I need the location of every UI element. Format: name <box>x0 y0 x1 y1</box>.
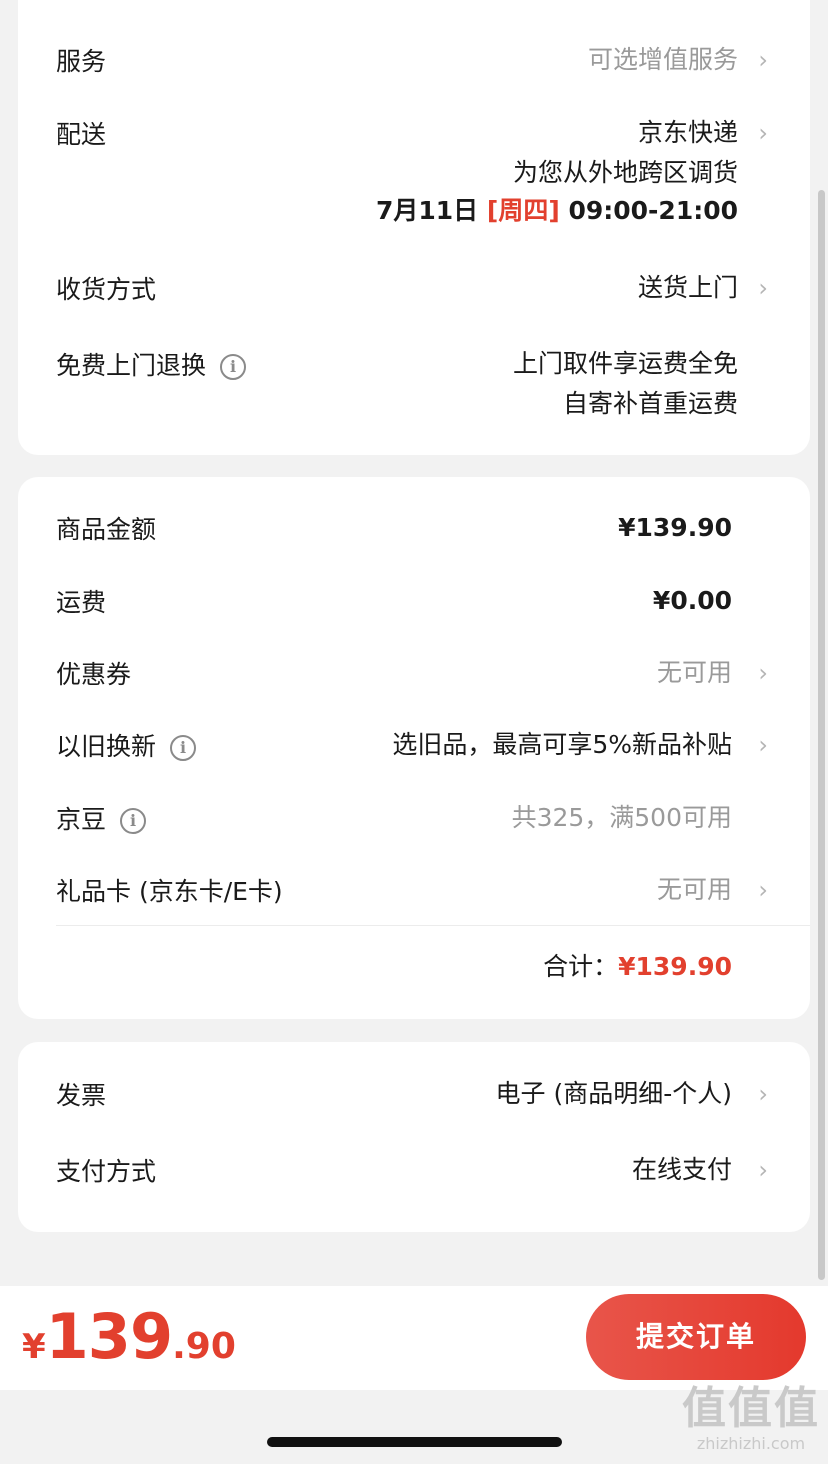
payment-value: 在线支付 <box>631 1155 732 1184</box>
order-confirm-page: 服务 可选增值服务 › 配送 京东快递 › 为您从外地跨区调货 7月11日 [周… <box>0 0 828 1464</box>
free-return-label: 免费上门退换 <box>56 351 207 380</box>
tradein-row[interactable]: 以旧换新 i 选旧品，最高可享5%新品补贴 › <box>56 725 810 769</box>
receive-label: 收货方式 <box>56 275 157 304</box>
shipping-note: 为您从外地跨区调货 <box>512 158 738 187</box>
service-value: 可选增值服务 <box>587 45 738 74</box>
amount-card: 商品金额 ¥139.90 运费 ¥0.00 优惠券 无可用 › 以旧换新 i 选旧… <box>18 477 810 1019</box>
giftcard-label: 礼品卡 (京东卡/E卡) <box>56 877 283 906</box>
giftcard-row[interactable]: 礼品卡 (京东卡/E卡) 无可用 › <box>56 870 810 914</box>
watermark: 值值值 zhizhizhi.com <box>682 1384 820 1454</box>
scrollbar[interactable] <box>818 190 825 1280</box>
price-decimal: .90 <box>172 1326 236 1367</box>
coupon-row[interactable]: 优惠券 无可用 › <box>56 653 810 697</box>
payment-label: 支付方式 <box>56 1157 157 1186</box>
tradein-label: 以旧换新 <box>56 732 157 761</box>
goods-amount-row: 商品金额 ¥139.90 <box>56 508 810 552</box>
total-wrap: 合计：¥139.90 <box>543 947 732 987</box>
coupon-value: 无可用 <box>656 658 732 687</box>
tradein-label-wrap: 以旧换新 i <box>56 727 197 763</box>
watermark-url: zhizhizhi.com <box>696 1434 806 1453</box>
shipping-schedule: 7月11日 [周四] 09:00-21:00 <box>376 191 738 231</box>
chevron-right-icon: › <box>758 731 768 759</box>
free-return-row: 免费上门退换 i 上门取件享运费全免 自寄补首重运费 <box>56 344 810 428</box>
invoice-label: 发票 <box>56 1081 107 1110</box>
chevron-right-icon: › <box>758 876 768 904</box>
payment-card: 发票 电子 (商品明细-个人) › 支付方式 在线支付 › <box>18 1042 810 1232</box>
giftcard-value: 无可用 <box>656 875 732 904</box>
shipping-label: 配送 <box>56 120 107 149</box>
chevron-right-icon: › <box>758 1156 768 1184</box>
currency-symbol: ¥ <box>22 1327 46 1367</box>
free-return-label-wrap: 免费上门退换 i <box>56 346 247 382</box>
receive-row[interactable]: 收货方式 送货上门 › <box>56 268 810 312</box>
goods-amount-label: 商品金额 <box>56 515 157 544</box>
freight-value: ¥0.00 <box>652 586 732 615</box>
invoice-value: 电子 (商品明细-个人) <box>495 1079 732 1108</box>
chevron-right-icon: › <box>758 119 768 147</box>
freight-label: 运费 <box>56 588 107 617</box>
bottom-bar: ¥139.90 提交订单 <box>0 1286 828 1390</box>
free-return-line1: 上门取件享运费全免 <box>512 349 738 378</box>
info-icon[interactable]: i <box>220 354 247 380</box>
jingdou-label-wrap: 京豆 i <box>56 800 147 836</box>
chevron-right-icon: › <box>758 659 768 687</box>
total-label: 合计： <box>543 952 619 981</box>
shipping-time: 09:00-21:00 <box>568 196 738 225</box>
tradein-value: 选旧品，最高可享5%新品补贴 <box>392 730 732 759</box>
shipping-row[interactable]: 配送 京东快递 › 为您从外地跨区调货 7月11日 [周四] 09:00-21:… <box>56 113 810 233</box>
watermark-logo: 值值值 <box>682 1383 820 1434</box>
chevron-right-icon: › <box>758 46 768 74</box>
shipping-weekday: [周四] <box>486 196 560 225</box>
free-return-line2: 自寄补首重运费 <box>562 389 738 418</box>
receive-value: 送货上门 <box>637 273 738 302</box>
chevron-right-icon: › <box>758 1080 768 1108</box>
submit-order-button[interactable]: 提交订单 <box>586 1294 806 1380</box>
total-row: 合计：¥139.90 <box>56 947 810 991</box>
goods-amount-value: ¥139.90 <box>618 513 732 542</box>
total-value: ¥139.90 <box>618 952 732 981</box>
shipping-carrier: 京东快递 <box>637 118 738 147</box>
delivery-card: 服务 可选增值服务 › 配送 京东快递 › 为您从外地跨区调货 7月11日 [周… <box>18 0 810 455</box>
service-row[interactable]: 服务 可选增值服务 › <box>56 40 810 84</box>
chevron-right-icon: › <box>758 274 768 302</box>
jingdou-value: 共325，满500可用 <box>511 803 732 832</box>
price-integer: 139 <box>45 1300 173 1373</box>
coupon-label: 优惠券 <box>56 660 132 689</box>
service-label: 服务 <box>56 47 107 76</box>
jingdou-label: 京豆 <box>56 805 107 834</box>
total-price: ¥139.90 <box>22 1300 236 1373</box>
jingdou-row: 京豆 i 共325，满500可用 <box>56 798 810 842</box>
invoice-row[interactable]: 发票 电子 (商品明细-个人) › <box>56 1074 810 1118</box>
info-icon[interactable]: i <box>120 808 147 834</box>
shipping-date: 7月11日 <box>375 196 479 225</box>
divider <box>56 925 810 926</box>
payment-row[interactable]: 支付方式 在线支付 › <box>56 1150 810 1194</box>
freight-row: 运费 ¥0.00 <box>56 581 810 625</box>
info-icon[interactable]: i <box>170 735 197 761</box>
home-indicator[interactable] <box>267 1437 562 1447</box>
